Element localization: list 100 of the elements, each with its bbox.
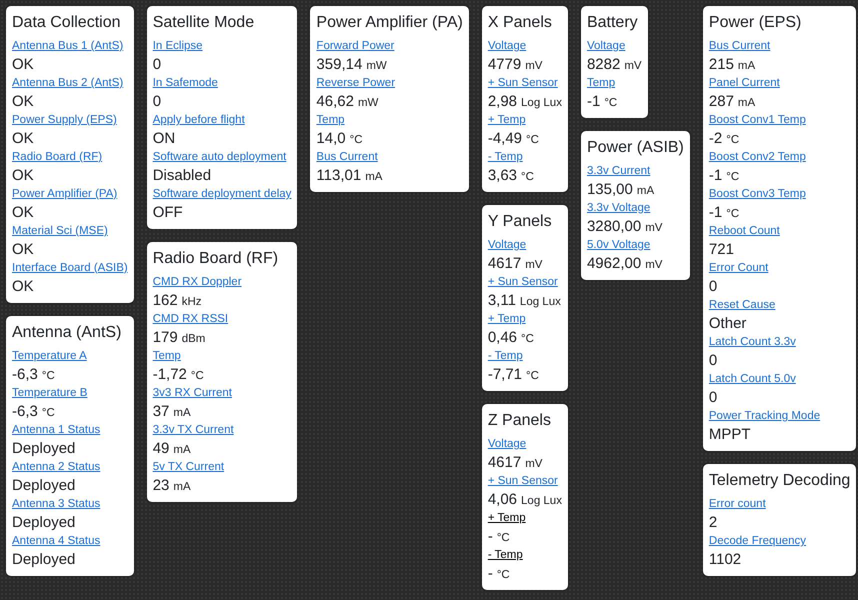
field-link[interactable]: Antenna 3 Status (12, 496, 100, 512)
unit-label: °C (604, 96, 618, 111)
field-link[interactable]: Forward Power (316, 38, 394, 54)
field-value: 2 (708, 513, 718, 533)
field-value: 8282 (586, 55, 620, 75)
field-link[interactable]: In Eclipse (152, 38, 203, 54)
field-link[interactable]: Temp (586, 75, 616, 91)
field-link[interactable]: Apply before flight (152, 112, 245, 128)
field-link[interactable]: Latch Count 3.3v (708, 334, 796, 350)
field-link[interactable]: Panel Current (708, 75, 780, 91)
field-link[interactable]: + Temp (488, 112, 526, 128)
unit-label: mV (525, 258, 542, 273)
field-link[interactable]: Software auto deployment (152, 149, 286, 165)
field-link[interactable]: CMD RX RSSI (152, 311, 228, 327)
field-value: -4,49 (488, 129, 522, 149)
field-link[interactable]: Boost Conv3 Temp (708, 186, 806, 202)
card-title: X Panels (488, 13, 553, 33)
field-value: 4617 (488, 453, 522, 473)
field-link[interactable]: Temperature B (12, 385, 88, 401)
field-link[interactable]: Reboot Count (708, 223, 780, 239)
unit-label: Log Lux (521, 494, 562, 509)
card-title: Radio Board (RF) (152, 249, 280, 269)
field-value: ON (152, 129, 176, 149)
unit-label: °C (42, 369, 55, 384)
field-link[interactable]: Power Supply (EPS) (12, 112, 117, 128)
field-link[interactable]: + Temp (488, 311, 526, 327)
field-link[interactable]: Reset Cause (708, 297, 776, 313)
field-link[interactable]: 5v TX Current (152, 459, 224, 475)
field-link[interactable]: Voltage (488, 237, 526, 253)
field-value: -1 (708, 166, 722, 186)
field-link[interactable]: Software deployment delay (152, 186, 292, 202)
unit-label: kHz (182, 295, 202, 310)
field-link[interactable]: Antenna Bus 2 (AntS) (12, 75, 124, 91)
field-link[interactable]: Bus Current (316, 149, 378, 165)
field-link[interactable]: Antenna 1 Status (12, 422, 100, 438)
field-link[interactable]: Decode Frequency (708, 533, 806, 549)
field-link[interactable]: Power Amplifier (PA) (12, 186, 118, 202)
field-link[interactable]: + Sun Sensor (488, 473, 558, 489)
field-value: OK (12, 277, 34, 297)
field-link[interactable]: Voltage (586, 38, 626, 54)
field-value: 0 (708, 388, 718, 408)
field-value: 46,62 (316, 92, 354, 112)
field-link[interactable]: Radio Board (RF) (12, 149, 102, 165)
field-link[interactable]: Antenna 2 Status (12, 459, 100, 475)
field-value: 113,01 (316, 166, 362, 186)
field-link[interactable]: Reverse Power (316, 75, 396, 91)
field-link[interactable]: Bus Current (708, 38, 770, 54)
field-link[interactable]: Boost Conv2 Temp (708, 149, 806, 165)
field-link[interactable]: Temperature A (12, 348, 87, 364)
unit-label: °C (496, 531, 510, 546)
field-value: MPPT (708, 425, 751, 445)
field-value: OFF (152, 203, 183, 223)
field-link[interactable]: Antenna Bus 1 (AntS) (12, 38, 124, 54)
field-value: Other (708, 314, 746, 334)
field-link[interactable]: - Temp (488, 149, 523, 165)
unit-label: mA (173, 443, 191, 458)
field-link[interactable]: 3v3 RX Current (152, 385, 232, 401)
field-value: - (488, 564, 493, 584)
card-title: Data Collection (12, 13, 122, 33)
field-value: Disabled (152, 166, 212, 186)
field-value: 0 (708, 277, 718, 297)
field-link[interactable]: Interface Board (ASIB) (12, 260, 128, 276)
unit-label: °C (190, 369, 204, 384)
field-value: 0 (152, 55, 162, 75)
field-value: 23 (152, 476, 170, 496)
field-link[interactable]: 3.3v TX Current (152, 422, 234, 438)
field-link[interactable]: 5.0v Voltage (586, 237, 650, 253)
field-link[interactable]: Power Tracking Mode (708, 408, 820, 424)
field-link[interactable]: CMD RX Doppler (152, 274, 242, 290)
field-link[interactable]: Antenna 4 Status (12, 533, 100, 549)
card-title: Battery (586, 13, 639, 33)
field-link[interactable]: Error count (708, 496, 766, 512)
field-link[interactable]: + Sun Sensor (488, 75, 558, 91)
field-link[interactable]: 3.3v Current (586, 163, 650, 179)
field-value: 2,98 (488, 92, 518, 112)
field-link[interactable]: 3.3v Voltage (586, 200, 650, 216)
field-value: OK (12, 92, 34, 112)
field-link[interactable]: In Safemode (152, 75, 218, 91)
field-value: OK (12, 55, 34, 75)
field-value: 721 (708, 240, 734, 260)
field-link[interactable]: Voltage (488, 38, 526, 54)
field-link[interactable]: + Sun Sensor (488, 274, 558, 290)
field-link[interactable]: Latch Count 5.0v (708, 371, 796, 387)
field-value: 37 (152, 402, 170, 422)
field-link[interactable]: - Temp (488, 348, 523, 364)
field-value: 4962,00 (586, 254, 642, 274)
card-title: Z Panels (488, 411, 552, 431)
field-link[interactable]: Boost Conv1 Temp (708, 112, 806, 128)
field-link[interactable]: Temp (316, 112, 345, 128)
field-value: 0 (152, 92, 162, 112)
field-link[interactable]: Voltage (488, 436, 526, 452)
field-link[interactable]: Temp (152, 348, 181, 364)
unit-label: °C (726, 207, 740, 222)
field-value: -1,72 (152, 365, 187, 385)
unit-label: mW (358, 96, 378, 111)
unit-label: mV (525, 457, 542, 472)
field-value: Deployed (12, 550, 76, 570)
field-link[interactable]: Error Count (708, 260, 768, 276)
unit-label: °C (42, 406, 55, 421)
field-link[interactable]: Material Sci (MSE) (12, 223, 108, 239)
